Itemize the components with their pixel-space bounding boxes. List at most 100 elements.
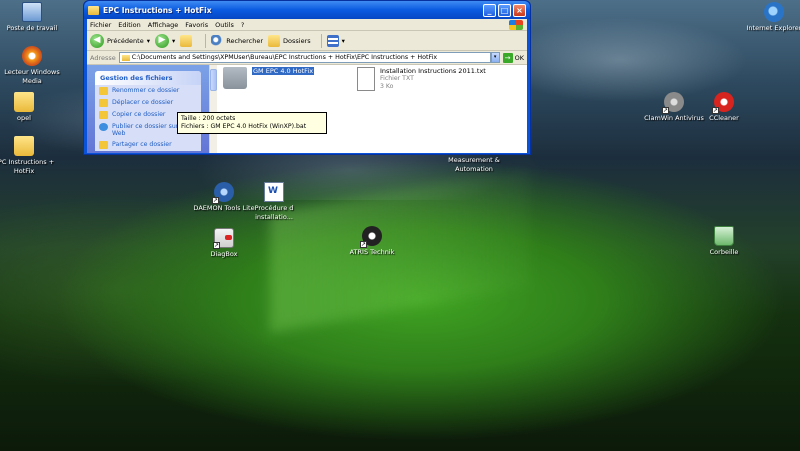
task-label: Renommer ce dossier bbox=[112, 87, 180, 94]
desktop-icon-internet-explorer[interactable]: Internet Explorer bbox=[742, 2, 800, 33]
address-label: Adresse bbox=[90, 53, 116, 62]
desktop-icon-procedure-installation[interactable]: Procédure d installatio... bbox=[242, 182, 306, 222]
text-file-icon bbox=[357, 67, 375, 91]
window-titlebar[interactable]: EPC Instructions + HotFix _ □ × bbox=[84, 1, 530, 19]
task-label: Copier ce dossier bbox=[112, 111, 166, 118]
daemon-tools-icon: ↗ bbox=[212, 182, 234, 204]
forward-button[interactable]: ▶ ▾ bbox=[154, 33, 175, 48]
go-button[interactable]: → OK bbox=[502, 52, 524, 63]
maximize-button[interactable]: □ bbox=[498, 3, 511, 17]
desktop-icon-corbeille[interactable]: Corbeille bbox=[692, 226, 756, 257]
desktop-icon-atris-technik[interactable]: ↗ ATRIS Technik bbox=[340, 226, 404, 257]
toolbar-separator bbox=[205, 33, 207, 48]
desktop-icon-label: ATRIS Technik bbox=[349, 248, 395, 256]
task-pane: Gestion des fichiers Renommer ce dossier… bbox=[87, 65, 209, 153]
clamwin-icon: ↗ bbox=[662, 92, 684, 114]
explorer-body: Gestion des fichiers Renommer ce dossier… bbox=[87, 65, 527, 153]
folder-icon bbox=[14, 92, 34, 112]
file-type: Fichier TXT bbox=[380, 75, 414, 82]
desktop-icon-windows-media[interactable]: Lecteur Windows Media bbox=[0, 46, 64, 86]
desktop-icon-opel[interactable]: opel bbox=[0, 92, 56, 123]
chevron-down-icon[interactable]: ▾ bbox=[172, 37, 175, 45]
tooltip-size: Taille : 200 octets bbox=[181, 115, 236, 122]
views-icon bbox=[326, 34, 339, 47]
desktop-icon-label: Corbeille bbox=[709, 248, 739, 256]
file-tooltip: Taille : 200 octets Fichiers : GM EPC 4.… bbox=[177, 112, 327, 134]
media-player-icon bbox=[22, 46, 42, 66]
back-button[interactable]: ◀ Précédente ▾ bbox=[90, 33, 150, 48]
address-value: C:\Documents and Settings\XPMUser\Bureau… bbox=[131, 54, 438, 61]
file-name: GM EPC 4.0 HotFix bbox=[252, 67, 315, 75]
scrollbar-thumb[interactable] bbox=[210, 69, 217, 91]
computer-icon bbox=[22, 2, 42, 22]
desktop-icon-label: Lecteur Windows Media bbox=[4, 68, 60, 85]
desktop-icon-label: Measurement & Automation bbox=[448, 156, 500, 173]
folder-icon bbox=[121, 54, 130, 61]
recycle-bin-icon bbox=[714, 226, 734, 246]
views-button[interactable]: ▾ bbox=[326, 34, 345, 47]
menu-outils[interactable]: Outils bbox=[215, 21, 234, 29]
close-button[interactable]: × bbox=[513, 3, 526, 17]
chevron-down-icon[interactable]: ▾ bbox=[147, 37, 150, 45]
file-item-gm-epc-hotfix[interactable]: GM EPC 4.0 HotFix bbox=[223, 67, 315, 89]
search-icon bbox=[211, 34, 224, 47]
tooltip-files: Fichiers : GM EPC 4.0 HotFix (WinXP).bat bbox=[181, 123, 307, 130]
chevron-down-icon[interactable]: ▾ bbox=[490, 52, 500, 63]
desktop-icon-ccleaner[interactable]: ↗ CCleaner bbox=[692, 92, 756, 123]
go-label: OK bbox=[514, 53, 524, 62]
desktop-icon-label: opel bbox=[17, 114, 31, 122]
word-document-icon bbox=[264, 182, 284, 202]
search-button[interactable]: Rechercher bbox=[211, 34, 264, 47]
folders-label: Dossiers bbox=[283, 36, 311, 45]
menu-fichier[interactable]: Fichier bbox=[90, 21, 111, 29]
window-title: EPC Instructions + HotFix bbox=[103, 5, 212, 15]
minimize-button[interactable]: _ bbox=[483, 3, 496, 17]
task-move-folder[interactable]: Déplacer ce dossier bbox=[95, 97, 201, 109]
desktop-icon-label: EPC Instructions + HotFix bbox=[0, 158, 55, 175]
diagbox-icon: ↗ bbox=[213, 228, 234, 249]
search-label: Rechercher bbox=[226, 36, 264, 45]
shortcut-arrow-icon: ↗ bbox=[212, 197, 219, 204]
up-folder-icon bbox=[180, 34, 193, 47]
folders-icon bbox=[268, 34, 281, 47]
toolbar-separator bbox=[320, 33, 322, 48]
copy-icon bbox=[99, 111, 108, 119]
task-pane-scrollbar[interactable] bbox=[209, 65, 217, 153]
task-rename-folder[interactable]: Renommer ce dossier bbox=[95, 85, 201, 97]
toolbar: ◀ Précédente ▾ ▶ ▾ Rechercher Dossiers ▾ bbox=[87, 31, 527, 51]
desktop-icon-diagbox[interactable]: ↗ DiagBox bbox=[192, 228, 256, 259]
folder-icon bbox=[14, 136, 34, 156]
folder-icon bbox=[88, 5, 99, 15]
shortcut-arrow-icon: ↗ bbox=[662, 107, 669, 114]
rename-icon bbox=[99, 87, 108, 95]
desktop-icon-label: DiagBox bbox=[210, 250, 238, 258]
folder-icon bbox=[223, 67, 247, 89]
atris-icon: ↗ bbox=[360, 226, 382, 248]
menu-favoris[interactable]: Favoris bbox=[185, 21, 208, 29]
address-input[interactable]: C:\Documents and Settings\XPMUser\Bureau… bbox=[118, 52, 491, 63]
task-share-folder[interactable]: Partager ce dossier bbox=[95, 139, 201, 151]
file-item-installation-instructions[interactable]: Installation Instructions 2011.txt Fichi… bbox=[357, 67, 486, 91]
desktop-icon-poste-de-travail[interactable]: Poste de travail bbox=[0, 2, 64, 33]
task-label: Déplacer ce dossier bbox=[112, 99, 174, 106]
menu-bar: Fichier Edition Affichage Favoris Outils… bbox=[87, 19, 527, 31]
task-pane-box: Gestion des fichiers Renommer ce dossier… bbox=[95, 71, 201, 151]
address-bar: Adresse C:\Documents and Settings\XPMUse… bbox=[87, 51, 527, 65]
menu-affichage[interactable]: Affichage bbox=[148, 21, 179, 29]
desktop-icon-label: CCleaner bbox=[709, 114, 739, 122]
file-list: GM EPC 4.0 HotFix Installation Instructi… bbox=[217, 65, 527, 153]
desktop-icon-label: Procédure d installatio... bbox=[254, 204, 294, 221]
task-pane-header[interactable]: Gestion des fichiers bbox=[95, 71, 201, 85]
file-size: 3 Ko bbox=[380, 83, 394, 90]
folders-button[interactable]: Dossiers bbox=[268, 34, 311, 47]
menu-help[interactable]: ? bbox=[241, 21, 244, 29]
chevron-down-icon[interactable]: ▾ bbox=[342, 37, 345, 45]
desktop-icon-measurement-automation[interactable]: Measurement & Automation bbox=[442, 156, 506, 174]
up-folder-button[interactable] bbox=[180, 34, 195, 47]
desktop-icon-label: Internet Explorer bbox=[746, 24, 800, 32]
shortcut-arrow-icon: ↗ bbox=[360, 241, 367, 248]
desktop-icon-epc-instructions[interactable]: EPC Instructions + HotFix bbox=[0, 136, 56, 176]
shortcut-arrow-icon: ↗ bbox=[712, 107, 719, 114]
menu-edition[interactable]: Edition bbox=[118, 21, 141, 29]
ccleaner-icon: ↗ bbox=[712, 92, 734, 114]
